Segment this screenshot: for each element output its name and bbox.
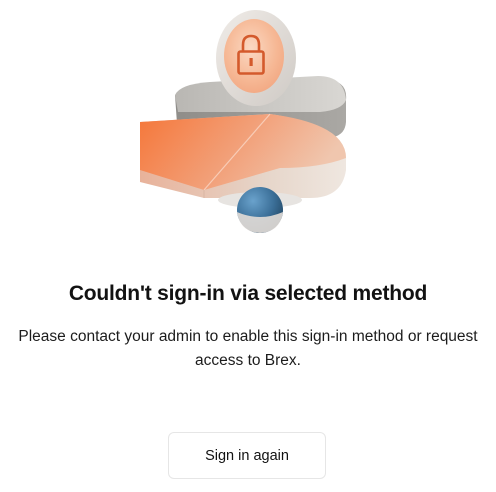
error-message: Please contact your admin to enable this… [18, 328, 478, 369]
sign-in-again-button[interactable]: Sign in again [168, 432, 326, 479]
page-title: Couldn't sign-in via selected method [68, 282, 428, 305]
lock-illustration [120, 0, 380, 250]
